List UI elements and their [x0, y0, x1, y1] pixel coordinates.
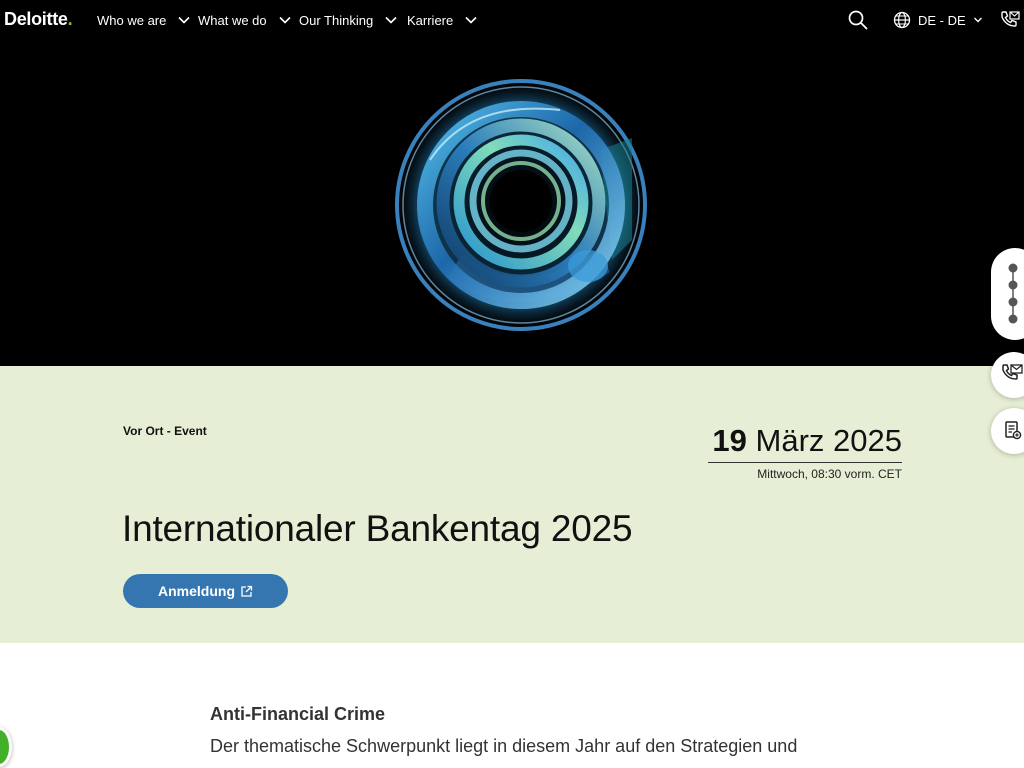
chevron-down-icon	[973, 17, 982, 23]
document-icon	[1005, 421, 1022, 440]
nav-item-our-thinking[interactable]: Our Thinking	[299, 12, 398, 28]
article-content: Anti-Financial Crime Der thematische Sch…	[0, 643, 1024, 768]
more-options-button[interactable]	[991, 248, 1024, 340]
event-date: 19 März 2025 Mittwoch, 08:30 vorm. CET	[708, 422, 902, 481]
register-button[interactable]: Anmeldung	[123, 574, 288, 608]
chevron-down-icon	[385, 16, 397, 24]
nav-item-label: Who we are	[97, 12, 167, 28]
contact-phone-icon	[1002, 364, 1023, 380]
page: Deloitte. Who we are What we do Our Thin…	[0, 0, 1024, 768]
glass-ring-graphic	[393, 77, 649, 333]
document-button[interactable]	[991, 408, 1024, 454]
section-heading: Anti-Financial Crime	[210, 704, 386, 724]
chevron-down-icon	[178, 16, 190, 24]
contact-phone-icon[interactable]	[999, 9, 1021, 31]
more-options-icon	[1008, 263, 1018, 324]
section-paragraph: Der thematische Schwerpunkt liegt in die…	[210, 736, 798, 756]
deloitte-logo[interactable]: Deloitte.	[4, 9, 73, 30]
nav-item-label: What we do	[198, 12, 267, 28]
language-label: DE - DE	[918, 12, 966, 28]
event-date-day: 19	[712, 423, 747, 458]
register-button-label: Anmeldung	[158, 583, 235, 599]
top-navigation: Deloitte. Who we are What we do Our Thin…	[0, 0, 1024, 40]
nav-item-what-we-do[interactable]: What we do	[198, 12, 292, 28]
event-title: Internationaler Bankentag 2025	[122, 508, 633, 549]
search-icon[interactable]	[847, 9, 869, 31]
event-info-section: Vor Ort - Event 19 März 2025 Mittwoch, 0…	[0, 366, 1024, 643]
external-link-icon	[241, 585, 253, 597]
contact-button[interactable]	[991, 352, 1024, 398]
date-divider	[708, 462, 902, 463]
nav-item-label: Our Thinking	[299, 12, 374, 28]
event-date-main: 19 März 2025	[708, 422, 902, 460]
hero-image	[0, 40, 1024, 366]
nav-item-label: Karriere	[407, 12, 454, 28]
nav-item-who-we-are[interactable]: Who we are	[97, 12, 191, 28]
chevron-down-icon	[465, 16, 477, 24]
globe-icon	[893, 11, 911, 29]
event-date-month-year: März 2025	[755, 423, 902, 458]
event-date-detail: Mittwoch, 08:30 vorm. CET	[757, 467, 902, 481]
event-type-label: Vor Ort - Event	[123, 424, 207, 438]
nav-item-karriere[interactable]: Karriere	[407, 12, 478, 28]
language-selector[interactable]: DE - DE	[893, 10, 983, 30]
chevron-down-icon	[279, 16, 291, 24]
